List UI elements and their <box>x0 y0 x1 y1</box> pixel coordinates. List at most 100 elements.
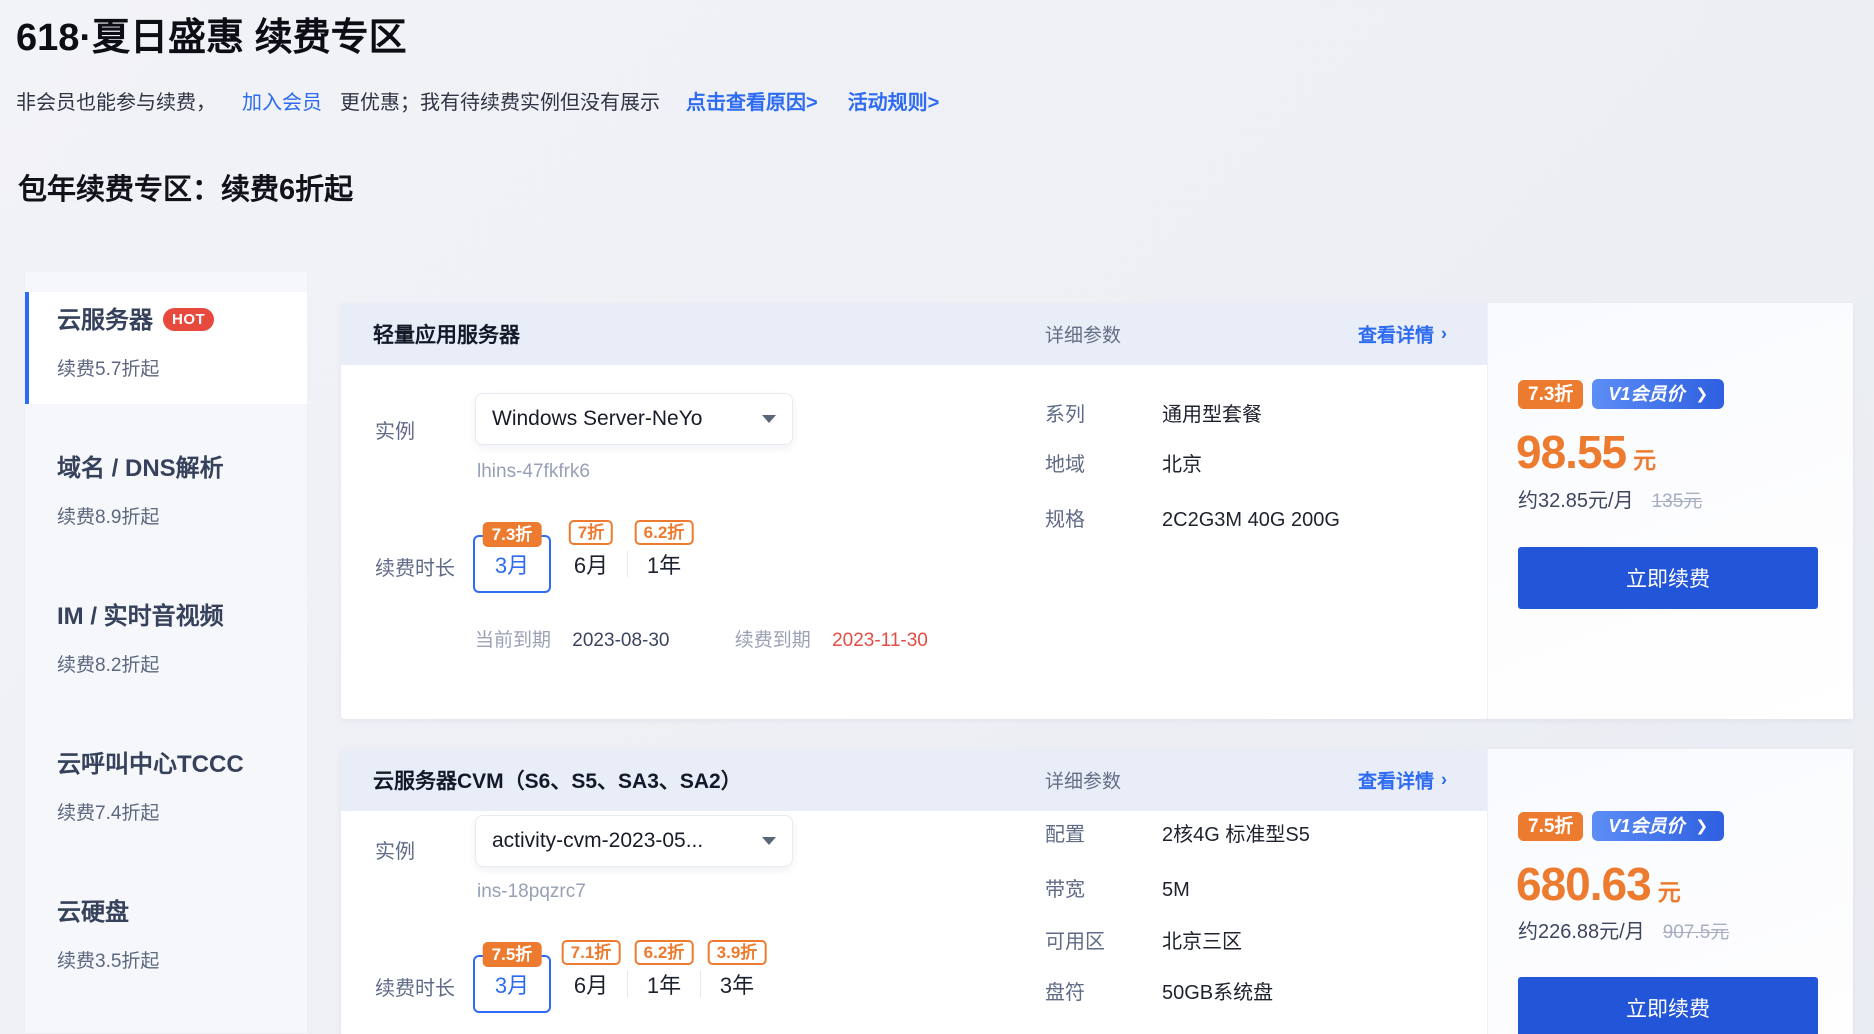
duration-option-3-months[interactable]: 7.3折 3月 <box>473 535 551 593</box>
spec-row: 规格2C2G3M 40G 200G <box>1045 503 1340 532</box>
price-panel: 7.3折 V1会员价 ❯ 98.55 元 约32.85元/月 135元 立即续费 <box>1488 303 1853 719</box>
current-expiry-date: 2023-08-30 <box>572 630 669 651</box>
original-price: 135元 <box>1652 491 1703 512</box>
duration-option-1-year[interactable]: 6.2折 1年 <box>628 960 700 1008</box>
spec-row: 盘符50GB系统盘 <box>1045 976 1273 1005</box>
chevron-right-icon: ❯ <box>1695 387 1708 402</box>
sidebar-item-cloud-server[interactable]: 云服务器 HOT 续费5.7折起 <box>25 292 307 404</box>
instance-id: ins-18pqzrc7 <box>477 881 586 903</box>
spec-row: 地域北京 <box>1045 448 1202 477</box>
instance-id: lhins-47fkfrk6 <box>477 461 590 483</box>
caret-down-icon <box>762 837 776 845</box>
sidebar-item-discount: 续费8.2折起 <box>57 650 297 677</box>
view-detail-link[interactable]: 查看详情 › <box>1358 321 1447 348</box>
subtitle-middle: 更优惠；我有待续费实例但没有展示 <box>340 92 660 114</box>
card-header: 云服务器CVM（S6、S5、SA3、SA2） 详细参数 查看详情 › <box>341 749 1487 811</box>
sidebar-item-label: 云硬盘 <box>57 898 129 928</box>
card-header: 轻量应用服务器 详细参数 查看详情 › <box>341 303 1487 365</box>
discount-badge: 7.5折 <box>483 942 542 967</box>
expiry-row: 当前到期 2023-08-30 续费到期 2023-11-30 <box>475 625 928 652</box>
renew-now-button[interactable]: 立即续费 <box>1518 547 1818 609</box>
subtitle-row: 非会员也能参与续费， 加入会员更优惠；我有待续费实例但没有展示 点击查看原因> 活动规… <box>16 86 939 115</box>
params-label: 详细参数 <box>1045 321 1121 348</box>
caret-down-icon <box>762 415 776 423</box>
card-title: 轻量应用服务器 <box>373 319 520 349</box>
renewal-expiry-date: 2023-11-30 <box>832 630 928 651</box>
monthly-price: 约226.88元/月 <box>1518 921 1645 943</box>
price-unit: 元 <box>1633 447 1656 473</box>
original-price: 907.5元 <box>1663 922 1730 943</box>
sidebar-item-label: 云呼叫中心TCCC <box>57 750 244 780</box>
instance-select[interactable]: Windows Server-NeYo <box>475 393 793 445</box>
duration-label: 续费时长 <box>375 972 455 1001</box>
current-expiry-label: 当前到期 <box>475 630 551 651</box>
chevron-right-icon: ❯ <box>1695 819 1708 834</box>
sidebar-item-discount: 续费5.7折起 <box>57 354 297 381</box>
sidebar-item-label: IM / 实时音视频 <box>57 602 224 632</box>
discount-badge: 7.5折 <box>1518 812 1583 841</box>
sidebar-item-discount: 续费8.9折起 <box>57 502 297 529</box>
price-detail: 约32.85元/月 135元 <box>1518 484 1702 513</box>
spec-row: 系列通用型套餐 <box>1045 398 1262 427</box>
member-price-badge[interactable]: V1会员价 ❯ <box>1592 811 1724 841</box>
category-sidebar: 云服务器 HOT 续费5.7折起 域名 / DNS解析 续费8.9折起 IM /… <box>24 271 308 1034</box>
discount-badge: 3.9折 <box>708 940 767 965</box>
product-card-lighthouse: 轻量应用服务器 详细参数 查看详情 › 实例 Windows Server-Ne… <box>341 303 1853 719</box>
view-reason-link[interactable]: 点击查看原因> <box>686 92 818 114</box>
duration-option-6-months[interactable]: 7折 6月 <box>555 540 627 588</box>
renewal-expiry-label: 续费到期 <box>735 630 811 651</box>
duration-option-3-months[interactable]: 7.5折 3月 <box>473 955 551 1013</box>
price-unit: 元 <box>1658 879 1681 905</box>
spec-row: 可用区北京三区 <box>1045 925 1242 954</box>
instance-select-value: activity-cvm-2023-05... <box>492 829 752 853</box>
discount-badge: 7.1折 <box>562 940 621 965</box>
chevron-right-icon: › <box>1441 770 1447 791</box>
discount-badge: 6.2折 <box>635 520 694 545</box>
view-detail-text: 查看详情 <box>1358 321 1434 348</box>
duration-selector: 7.5折 3月 7.1折 6月 6.2折 1年 3.9折 3年 <box>473 955 773 1013</box>
subtitle-prefix: 非会员也能参与续费， <box>16 92 216 114</box>
hot-badge: HOT <box>163 308 214 331</box>
member-price-badge[interactable]: V1会员价 ❯ <box>1592 379 1724 409</box>
discount-badge: 6.2折 <box>635 940 694 965</box>
sidebar-item-tccc[interactable]: 云呼叫中心TCCC 续费7.4折起 <box>25 736 307 848</box>
card-title: 云服务器CVM（S6、S5、SA3、SA2） <box>373 765 742 795</box>
price-panel: 7.5折 V1会员价 ❯ 680.63 元 约226.88元/月 907.5元 立即… <box>1488 749 1853 1034</box>
price-amount: 680.63 <box>1516 858 1651 910</box>
spec-row: 带宽5M <box>1045 873 1190 902</box>
duration-option-3-years[interactable]: 3.9折 3年 <box>701 960 773 1008</box>
chevron-right-icon: › <box>1441 324 1447 345</box>
sidebar-item-discount: 续费3.5折起 <box>57 946 297 973</box>
discount-badge: 7.3折 <box>483 522 542 547</box>
product-card-cvm: 云服务器CVM（S6、S5、SA3、SA2） 详细参数 查看详情 › 实例 ac… <box>341 749 1853 1034</box>
instance-select[interactable]: activity-cvm-2023-05... <box>475 815 793 867</box>
duration-strip: 7折 6月 6.2折 1年 <box>555 540 700 588</box>
price: 680.63 元 <box>1516 857 1681 911</box>
duration-option-6-months[interactable]: 7.1折 6月 <box>555 960 627 1008</box>
sidebar-item-domain-dns[interactable]: 域名 / DNS解析 续费8.9折起 <box>25 440 307 552</box>
duration-label: 续费时长 <box>375 552 455 581</box>
price-detail: 约226.88元/月 907.5元 <box>1518 915 1729 944</box>
view-detail-text: 查看详情 <box>1358 767 1434 794</box>
view-detail-link[interactable]: 查看详情 › <box>1358 767 1447 794</box>
sidebar-item-label: 云服务器 <box>57 306 153 336</box>
discount-badge: 7折 <box>569 520 613 545</box>
renew-now-button[interactable]: 立即续费 <box>1518 977 1818 1034</box>
sidebar-item-im-trtc[interactable]: IM / 实时音视频 续费8.2折起 <box>25 588 307 700</box>
duration-strip: 7.1折 6月 6.2折 1年 3.9折 3年 <box>555 960 773 1008</box>
join-member-link[interactable]: 加入会员 <box>242 92 322 114</box>
spec-row: 配置2核4G 标准型S5 <box>1045 818 1310 847</box>
duration-option-1-year[interactable]: 6.2折 1年 <box>628 540 700 588</box>
sidebar-item-cloud-disk[interactable]: 云硬盘 续费3.5折起 <box>25 884 307 996</box>
instance-select-value: Windows Server-NeYo <box>492 407 752 431</box>
instance-label: 实例 <box>375 415 415 444</box>
sidebar-item-discount: 续费7.4折起 <box>57 798 297 825</box>
price: 98.55 元 <box>1516 425 1656 479</box>
duration-selector: 7.3折 3月 7折 6月 6.2折 1年 <box>473 535 700 593</box>
discount-badge: 7.3折 <box>1518 380 1583 409</box>
params-label: 详细参数 <box>1045 767 1121 794</box>
price-amount: 98.55 <box>1516 426 1626 478</box>
page-title: 618·夏日盛惠 续费专区 <box>16 6 407 61</box>
monthly-price: 约32.85元/月 <box>1518 490 1634 512</box>
activity-rules-link[interactable]: 活动规则> <box>848 92 940 114</box>
